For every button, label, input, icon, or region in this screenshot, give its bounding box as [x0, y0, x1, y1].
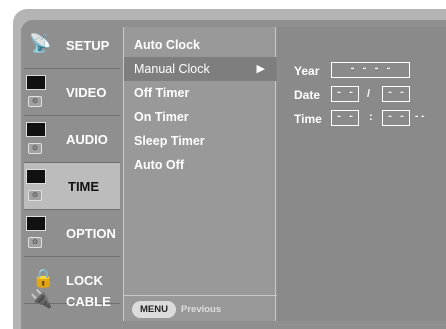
submenu-manual-clock[interactable]: Manual Clock ▶ [124, 57, 277, 81]
time-separator: : [369, 111, 373, 123]
time-screen-icon [26, 169, 46, 184]
year-field[interactable]: - - - - [331, 62, 410, 78]
cable-plug-icon: 🔌 [30, 289, 53, 309]
submenu-auto-off[interactable]: Auto Off [124, 153, 277, 177]
audio-screen-icon [26, 122, 46, 137]
category-option[interactable]: ⊙ OPTION [24, 210, 120, 257]
time-submenu: Auto Clock Manual Clock ▶ Off Timer On T… [123, 27, 277, 321]
submenu-off-timer[interactable]: Off Timer [124, 81, 277, 105]
category-video-label: VIDEO [66, 85, 107, 100]
year-label: Year [294, 64, 320, 78]
satellite-dish-icon: 📡 [29, 33, 52, 53]
category-setup-label: SETUP [66, 38, 110, 53]
previous-label: Previous [181, 304, 222, 315]
time-label: Time [294, 112, 322, 126]
category-option-label: OPTION [66, 226, 116, 241]
option-screen-icon [26, 216, 46, 231]
date-day-field[interactable]: - - [382, 86, 410, 102]
audio-chip-icon: ⊙ [28, 143, 42, 154]
category-setup[interactable]: 📡 SETUP [24, 22, 120, 69]
category-audio[interactable]: ⊙ AUDIO [24, 116, 120, 163]
arrow-right-icon: ▶ [256, 63, 265, 75]
option-chip-icon: ⊙ [28, 237, 42, 248]
submenu-auto-clock[interactable]: Auto Clock [124, 33, 277, 57]
category-time-label: TIME [68, 179, 100, 194]
video-screen-icon [26, 75, 46, 90]
date-month-field[interactable]: - - [331, 86, 359, 102]
time-hour-field[interactable]: - - [331, 110, 359, 126]
manual-clock-panel: Year - - - - Date - - / - - Time - - : -… [278, 27, 446, 321]
video-chip-icon: ⊙ [28, 96, 42, 107]
submenu-footer: MENU Previous [124, 295, 277, 321]
time-chip-icon: ⊙ [28, 190, 42, 201]
category-cable[interactable]: 🔌 CABLE [24, 284, 120, 319]
menu-button[interactable]: MENU [132, 301, 176, 318]
category-menu: 📡 SETUP ⊙ VIDEO ⊙ AUDIO ⊙ TIME ⊙ OPTION … [24, 22, 120, 319]
time-ampm-field[interactable]: - - [415, 111, 424, 122]
category-audio-label: AUDIO [66, 132, 108, 147]
category-cable-label: CABLE [66, 294, 111, 309]
category-time[interactable]: ⊙ TIME [24, 163, 120, 210]
time-minute-field[interactable]: - - [382, 110, 410, 126]
category-video[interactable]: ⊙ VIDEO [24, 69, 120, 116]
submenu-on-timer[interactable]: On Timer [124, 105, 277, 129]
date-label: Date [294, 88, 321, 102]
date-separator: / [367, 88, 371, 100]
submenu-sleep-timer[interactable]: Sleep Timer [124, 129, 277, 153]
submenu-manual-clock-label: Manual Clock [134, 62, 210, 76]
